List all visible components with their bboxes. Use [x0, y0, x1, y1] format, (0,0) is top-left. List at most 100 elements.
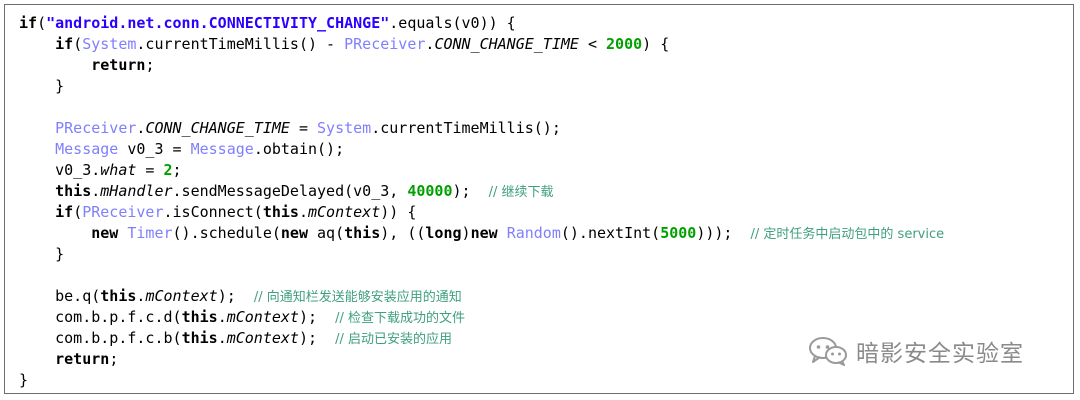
code-text: ), ((: [380, 224, 426, 242]
code-line: Message v0_3 = Message.obtain();: [19, 139, 944, 160]
code-number: 40000: [407, 182, 453, 200]
code-text: (: [73, 35, 83, 53]
code-line: v0_3.what = 2;: [19, 160, 944, 181]
code-line: if(System.currentTimeMillis() - PReceive…: [19, 34, 944, 55]
code-text: v0_3 =: [118, 140, 191, 158]
code-text: );: [217, 287, 254, 305]
code-text: aq(: [308, 224, 345, 242]
code-text: )));: [696, 224, 751, 242]
code-class-name: Message: [190, 140, 254, 158]
wechat-icon: [809, 337, 847, 366]
code-line: be.q(this.mContext); // 向通知栏发送能够安装应用的通知: [19, 286, 944, 307]
code-text: .isConnect(: [163, 203, 263, 221]
code-line: PReceiver.CONN_CHANGE_TIME = System.curr…: [19, 118, 944, 139]
code-text: ): [461, 224, 471, 242]
code-class-name: System: [82, 35, 137, 53]
code-text: =: [136, 161, 164, 179]
code-keyword: new: [91, 224, 119, 242]
code-text: ;: [109, 350, 119, 368]
code-keyword: if: [19, 14, 38, 32]
code-keyword: long: [425, 224, 462, 242]
code-text: .currentTimeMillis() -: [136, 35, 345, 53]
code-line: }: [19, 244, 944, 265]
code-number: 2: [163, 161, 173, 179]
code-line: new Timer().schedule(new aq(this), ((lon…: [19, 223, 944, 244]
code-text: =: [289, 119, 318, 137]
code-keyword: this: [344, 224, 381, 242]
code-text: com.b.p.f.c.d(: [19, 308, 182, 326]
code-text: .: [298, 203, 308, 221]
code-text: (: [37, 14, 47, 32]
code-comment: // 定时任务中启动包中的 service: [750, 227, 945, 242]
code-text: ().nextInt(: [560, 224, 661, 242]
code-line: }: [19, 370, 944, 391]
code-text: .: [217, 329, 227, 347]
code-text: (: [73, 203, 83, 221]
code-text: ) {: [642, 35, 670, 53]
code-text: ;: [145, 56, 155, 74]
code-text: .: [217, 308, 227, 326]
code-text: );: [298, 308, 336, 326]
code-keyword: return: [91, 56, 146, 74]
code-class-name: PReceiver: [55, 119, 137, 137]
code-keyword: this: [262, 203, 299, 221]
code-field: CONN_CHANGE_TIME: [434, 35, 579, 53]
code-keyword: if: [55, 35, 74, 53]
code-keyword: this: [100, 287, 137, 305]
code-number: 5000: [660, 224, 697, 242]
code-text: .sendMessageDelayed(v0_3,: [172, 182, 408, 200]
code-text: com.b.p.f.c.b(: [19, 329, 182, 347]
code-class-name: PReceiver: [82, 203, 164, 221]
watermark: 暗影安全实验室: [808, 335, 1024, 367]
code-keyword: new: [470, 224, 498, 242]
code-keyword: this: [181, 308, 218, 326]
code-field: mContext: [308, 203, 381, 221]
code-class-name: Random: [506, 224, 561, 242]
code-class-name: Message: [55, 140, 119, 158]
code-line: return;: [19, 55, 944, 76]
code-line: if("android.net.conn.CONNECTIVITY_CHANGE…: [19, 13, 944, 34]
code-line: return;: [19, 349, 944, 370]
code-block: if("android.net.conn.CONNECTIVITY_CHANGE…: [19, 13, 944, 391]
code-field: what: [100, 161, 137, 179]
code-field: mContext: [145, 287, 218, 305]
code-text: <: [578, 35, 607, 53]
code-keyword: this: [55, 182, 92, 200]
code-text: .currentTimeMillis();: [371, 119, 561, 137]
code-text: v0_3.: [19, 161, 101, 179]
code-comment: // 继续下载: [488, 185, 554, 200]
code-keyword: if: [55, 203, 74, 221]
code-field: mContext: [226, 308, 299, 326]
code-field: mContext: [226, 329, 299, 347]
code-class-name: Timer: [127, 224, 173, 242]
code-keyword: this: [181, 329, 218, 347]
code-string: "android.net.conn.CONNECTIVITY_CHANGE": [46, 14, 390, 32]
code-line: this.mHandler.sendMessageDelayed(v0_3, 4…: [19, 181, 944, 202]
code-field: CONN_CHANGE_TIME: [145, 119, 290, 137]
code-line: }: [19, 76, 944, 97]
code-comment: // 检查下载成功的文件: [335, 311, 465, 326]
code-text: be.q(: [19, 287, 101, 305]
code-text: }: [19, 77, 65, 95]
code-class-name: PReceiver: [344, 35, 426, 53]
code-keyword: new: [280, 224, 308, 242]
code-line: com.b.p.f.c.d(this.mContext); // 检查下载成功的…: [19, 307, 944, 328]
code-comment: // 启动已安装的应用: [335, 332, 452, 347]
code-text: ;: [172, 161, 182, 179]
code-text: ().schedule(: [172, 224, 281, 242]
code-field: mHandler: [100, 182, 173, 200]
watermark-text: 暗影安全实验室: [856, 341, 1024, 367]
code-text: }: [19, 371, 29, 389]
code-number: 2000: [606, 35, 643, 53]
code-text: .: [91, 182, 101, 200]
